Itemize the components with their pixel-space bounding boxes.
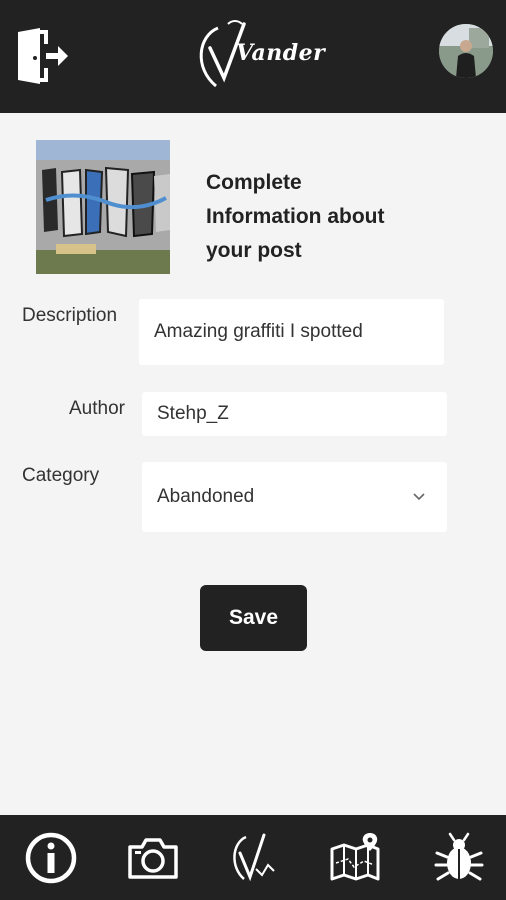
category-label: Category [22, 465, 100, 486]
author-value: Stehp_Z [157, 403, 229, 424]
map-icon[interactable] [328, 831, 382, 885]
post-thumbnail [36, 140, 170, 274]
logo-text: Vander [236, 40, 326, 66]
vander-logo-icon[interactable] [226, 831, 280, 885]
description-value: Amazing graffiti I spotted [154, 321, 363, 342]
bug-icon[interactable] [432, 831, 486, 885]
author-field[interactable]: Stehp_Z [142, 392, 447, 436]
save-button[interactable]: Save [200, 585, 307, 651]
author-label: Author [69, 398, 125, 419]
avatar[interactable] [439, 24, 493, 78]
category-select[interactable]: Abandoned [142, 462, 447, 532]
exit-icon[interactable] [14, 28, 70, 84]
description-label: Description [22, 305, 118, 326]
info-icon[interactable] [24, 831, 78, 885]
category-value: Abandoned [157, 486, 255, 507]
camera-icon[interactable] [126, 831, 180, 885]
page-title: Complete Information about your post [206, 171, 385, 262]
top-bar: Vander [0, 0, 506, 113]
chevron-down-icon [413, 493, 425, 501]
description-field[interactable]: Amazing graffiti I spotted [139, 299, 444, 365]
app-logo: Vander [188, 18, 325, 98]
bottom-nav [0, 815, 506, 900]
